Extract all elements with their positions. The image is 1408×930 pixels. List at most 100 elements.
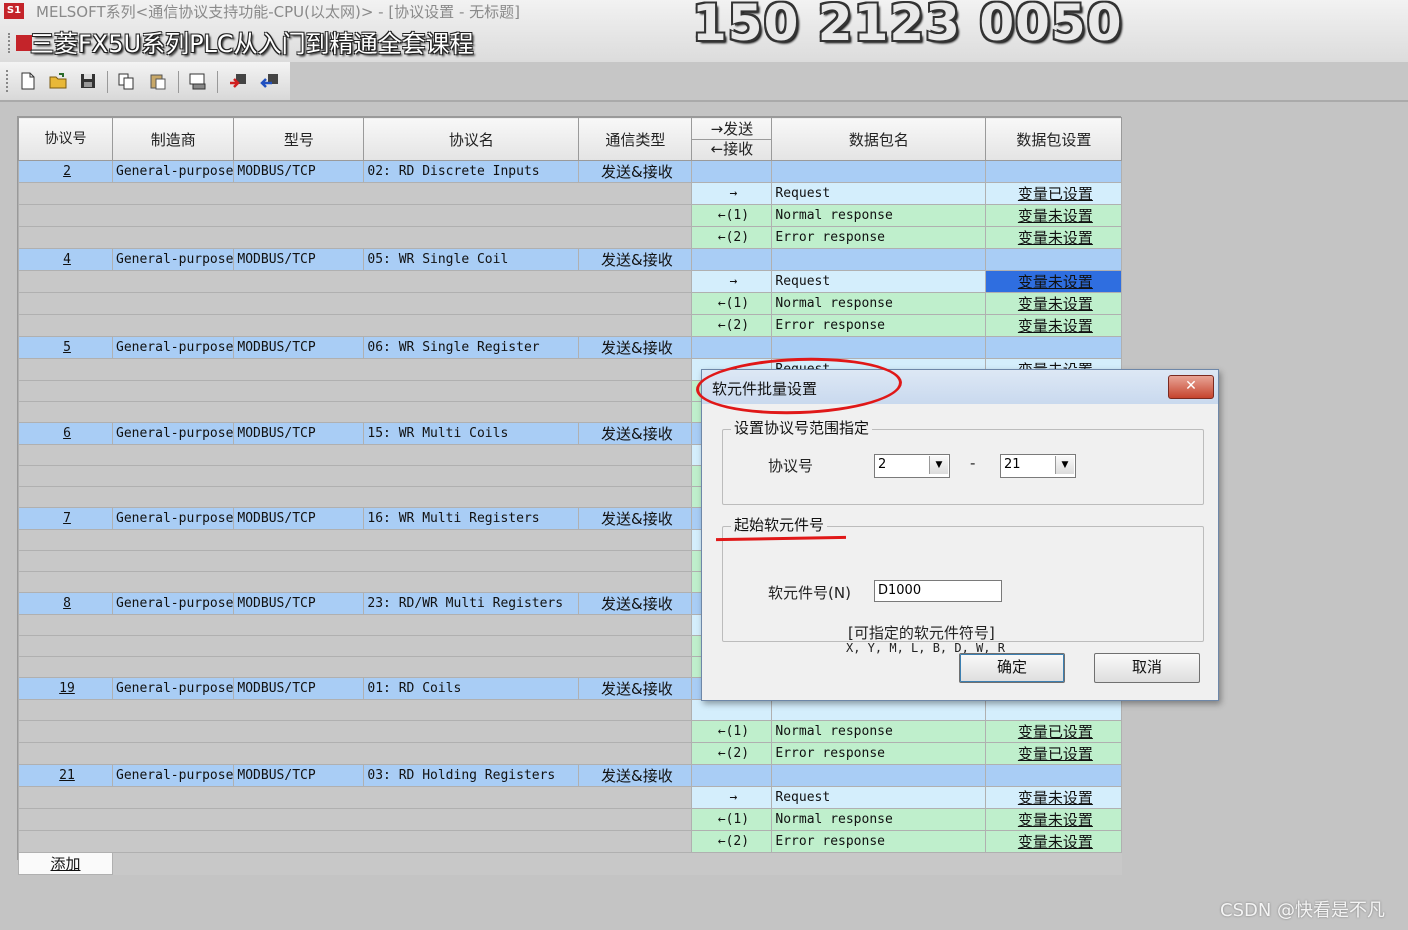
packet-row[interactable]: ←(1) Normal response 变量已设置 xyxy=(17,720,1123,743)
maker-cell[interactable]: General-purpose xyxy=(111,248,235,271)
protocol-no-cell[interactable]: 2 xyxy=(18,160,113,183)
comm-type-cell[interactable]: 发送&接收 xyxy=(578,592,693,615)
protocol-row-filler[interactable] xyxy=(691,764,773,787)
protocol-no-cell[interactable]: 4 xyxy=(18,248,113,271)
protocol-row-filler[interactable] xyxy=(771,336,987,359)
packet-setting-link[interactable]: 变量未设置 xyxy=(985,808,1123,831)
model-cell[interactable]: MODBUS/TCP xyxy=(233,592,365,615)
write-plc-icon[interactable] xyxy=(228,71,248,91)
protocol-name-cell[interactable]: 15: WR Multi Coils xyxy=(363,422,580,445)
protocol-name-cell[interactable]: 05: WR Single Coil xyxy=(363,248,580,271)
col-header-proto-name[interactable]: 协议名 xyxy=(363,117,580,161)
col-header-packet-setting[interactable]: 数据包设置 xyxy=(985,117,1123,161)
model-cell[interactable]: MODBUS/TCP xyxy=(233,764,365,787)
packet-setting-link[interactable]: 变量未设置 xyxy=(985,314,1123,337)
open-folder-icon[interactable] xyxy=(48,71,68,91)
comm-type-cell[interactable]: 发送&接收 xyxy=(578,677,693,700)
melsoft-app-icon[interactable]: S1 xyxy=(4,3,24,19)
protocol-row-filler[interactable] xyxy=(985,160,1123,183)
packet-row[interactable]: ←(1) Normal response 变量未设置 xyxy=(17,808,1123,831)
packet-name-cell[interactable]: Request xyxy=(771,182,987,205)
protocol-row-filler[interactable] xyxy=(985,248,1123,271)
packet-row[interactable]: →Request变量未设置 xyxy=(17,270,1123,293)
packet-row[interactable]: →Request变量未设置 xyxy=(17,786,1123,809)
model-cell[interactable]: MODBUS/TCP xyxy=(233,422,365,445)
comm-type-cell[interactable]: 发送&接收 xyxy=(578,336,693,359)
packet-setting-link[interactable]: 变量未设置 xyxy=(985,226,1123,249)
protocol-row[interactable]: 21 General-purpose MODBUS/TCP 03: RD Holdin… xyxy=(18,764,1123,787)
protocol-name-cell[interactable]: 23: RD/WR Multi Registers xyxy=(363,592,580,615)
packet-row[interactable]: ←(2) Error response 变量未设置 xyxy=(17,830,1123,853)
protocol-no-cell[interactable]: 21 xyxy=(18,764,113,787)
packet-name-cell[interactable]: Normal response xyxy=(771,292,987,315)
packet-name-cell[interactable]: Normal response xyxy=(771,720,987,743)
protocol-row-filler[interactable] xyxy=(771,764,987,787)
col-header-proto-no[interactable]: 协议号 xyxy=(18,117,113,161)
packet-setting-link[interactable]: 变量未设置 xyxy=(985,204,1123,227)
packet-row[interactable]: ←(2) Error response 变量已设置 xyxy=(17,742,1123,765)
maker-cell[interactable]: General-purpose xyxy=(111,422,235,445)
packet-setting-link[interactable]: 变量未设置 xyxy=(985,292,1123,315)
cancel-button[interactable]: 取消 xyxy=(1094,653,1200,683)
packet-setting-link[interactable]: 变量未设置 xyxy=(985,830,1123,853)
packet-row[interactable]: → Request 变量已设置 xyxy=(17,182,1123,205)
protocol-no-cell[interactable]: 6 xyxy=(18,422,113,445)
protocol-no-cell[interactable]: 8 xyxy=(18,592,113,615)
comm-type-cell[interactable]: 发送&接收 xyxy=(578,160,693,183)
col-header-send-recv[interactable]: →发送 ←接收 xyxy=(691,117,773,161)
paste-icon[interactable] xyxy=(148,71,168,91)
comm-type-cell[interactable]: 发送&接收 xyxy=(578,422,693,445)
packet-setting-link[interactable]: 变量已设置 xyxy=(985,182,1123,205)
new-file-icon[interactable] xyxy=(18,71,38,91)
protocol-row[interactable]: 5 General-purpose MODBUS/TCP 06: WR Single … xyxy=(18,336,1123,359)
packet-name-cell[interactable]: Request xyxy=(771,786,987,809)
packet-row[interactable] xyxy=(17,699,1123,721)
read-plc-icon[interactable] xyxy=(260,71,280,91)
comm-type-cell[interactable]: 发送&接收 xyxy=(578,248,693,271)
col-header-comm-type[interactable]: 通信类型 xyxy=(578,117,693,161)
protocol-name-cell[interactable]: 16: WR Multi Registers xyxy=(363,507,580,530)
packet-name-cell[interactable]: Error response xyxy=(771,226,987,249)
packet-row[interactable]: ←(2) Error response 变量未设置 xyxy=(17,226,1123,249)
chevron-down-icon[interactable]: ▼ xyxy=(1055,456,1074,474)
packet-setting-link[interactable]: 变量已设置 xyxy=(985,720,1123,743)
packet-row[interactable]: ←(1) Normal response 变量未设置 xyxy=(17,292,1123,315)
maker-cell[interactable]: General-purpose xyxy=(111,764,235,787)
protocol-row-filler[interactable] xyxy=(985,336,1123,359)
print-preview-icon[interactable] xyxy=(188,71,208,91)
menu-grip-handle[interactable] xyxy=(8,33,14,53)
protocol-no-cell[interactable]: 19 xyxy=(18,677,113,700)
save-icon[interactable] xyxy=(78,71,98,91)
protocol-name-cell[interactable]: 06: WR Single Register xyxy=(363,336,580,359)
add-protocol-button[interactable]: 添加 xyxy=(18,852,113,875)
protocol-row-filler[interactable] xyxy=(691,160,773,183)
packet-name-cell[interactable]: Error response xyxy=(771,314,987,337)
comm-type-cell[interactable]: 发送&接收 xyxy=(578,764,693,787)
toolbar-grip-handle[interactable] xyxy=(6,70,10,92)
protocol-row-filler[interactable] xyxy=(771,160,987,183)
protocol-name-cell[interactable]: 02: RD Discrete Inputs xyxy=(363,160,580,183)
comm-type-cell[interactable]: 发送&接收 xyxy=(578,507,693,530)
maker-cell[interactable]: General-purpose xyxy=(111,677,235,700)
packet-name-cell[interactable]: Normal response xyxy=(771,204,987,227)
range-from-select[interactable]: 2 ▼ xyxy=(874,454,950,478)
range-to-select[interactable]: 21 ▼ xyxy=(1000,454,1076,478)
protocol-row[interactable]: 4 General-purpose MODBUS/TCP 05: WR Single … xyxy=(18,248,1123,271)
col-header-packet-name[interactable]: 数据包名 xyxy=(771,117,987,161)
protocol-row[interactable]: 2 General-purpose MODBUS/TCP 02: RD Discret… xyxy=(18,160,1123,183)
packet-name-cell[interactable]: Normal response xyxy=(771,808,987,831)
maker-cell[interactable]: General-purpose xyxy=(111,507,235,530)
protocol-name-cell[interactable]: 03: RD Holding Registers xyxy=(363,764,580,787)
maker-cell[interactable]: General-purpose xyxy=(111,160,235,183)
packet-name-cell[interactable]: Error response xyxy=(771,742,987,765)
maker-cell[interactable]: General-purpose xyxy=(111,336,235,359)
packet-setting-link[interactable]: 变量未设置 xyxy=(985,786,1123,809)
packet-row[interactable]: ←(1) Normal response 变量未设置 xyxy=(17,204,1123,227)
packet-name-cell[interactable]: Error response xyxy=(771,830,987,853)
model-cell[interactable]: MODBUS/TCP xyxy=(233,677,365,700)
packet-name-cell[interactable] xyxy=(771,699,987,721)
copy-icon[interactable] xyxy=(116,71,136,91)
protocol-name-cell[interactable]: 01: RD Coils xyxy=(363,677,580,700)
packet-row[interactable]: ←(2) Error response 变量未设置 xyxy=(17,314,1123,337)
dialog-close-button[interactable]: ✕ xyxy=(1168,375,1214,399)
